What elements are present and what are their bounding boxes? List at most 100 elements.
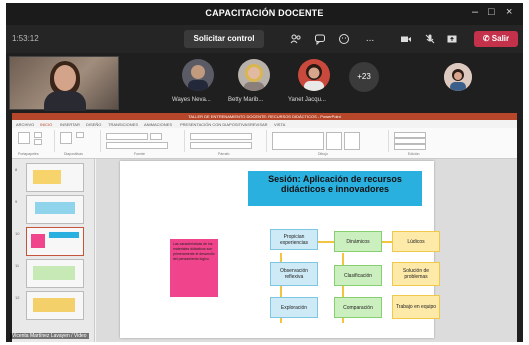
more-participants-badge[interactable]: +23 — [349, 62, 379, 92]
tab-revisar[interactable]: REVISAR — [250, 122, 268, 127]
participant-tile[interactable]: Betty Marib... — [228, 57, 280, 111]
tab-transiciones[interactable]: TRANSICIONES — [108, 122, 138, 127]
presenter-caption: Vicenta Martínez Lavayen / Video — [10, 333, 89, 339]
self-view-avatar[interactable] — [444, 63, 472, 91]
box-propician-experiencias: Propician experiencias — [270, 229, 318, 250]
powerpoint-window: TALLER DE ENTRENAMIENTO DOCENTE: RECURSO… — [12, 113, 517, 342]
cut-icon[interactable] — [34, 132, 42, 138]
meeting-title: CAPACITACIÓN DOCENTE — [205, 8, 324, 18]
title-bar: CAPACITACIÓN DOCENTE – □ × — [6, 3, 523, 25]
box-exploracion: Exploración — [270, 297, 318, 318]
thumb-number: 12 — [15, 295, 20, 300]
tab-presentacion[interactable]: PRESENTACIÓN CON DIAPOSITIVAS — [180, 122, 250, 127]
avatar — [238, 59, 270, 91]
maximize-icon[interactable]: □ — [488, 6, 495, 18]
thumb-number: 8 — [15, 167, 18, 172]
ribbon-group-label: Diapositivas — [64, 152, 83, 156]
thumb-number: 10 — [15, 231, 20, 236]
meeting-toolbar: 1:53:12 Solicitar control ... ✆ Salir — [6, 25, 523, 53]
presenter-body — [44, 91, 86, 111]
microphone-muted-icon[interactable] — [424, 33, 436, 45]
ribbon: Portapapeles Diapositivas Fuente Párrafo… — [12, 128, 517, 159]
box-observacion-reflexiva: Observación reflexiva — [270, 262, 318, 286]
participant-name: Betty Marib... — [228, 97, 264, 103]
box-clasificacion: Clasificación — [334, 265, 382, 286]
request-control-button[interactable]: Solicitar control — [184, 30, 264, 48]
avatar — [182, 59, 214, 91]
presenter-video[interactable] — [9, 56, 119, 111]
participant-name: Yanet Jacqu... — [288, 97, 326, 103]
tab-animaciones[interactable]: ANIMACIONES — [144, 122, 172, 127]
thumb-number: 11 — [15, 263, 20, 268]
slide-thumbnails: 8 9 10 11 12 — [12, 159, 95, 342]
share-screen-icon[interactable] — [446, 33, 458, 45]
align-buttons[interactable] — [190, 142, 252, 149]
phone-icon: ✆ — [482, 34, 492, 43]
leave-button[interactable]: ✆ Salir — [474, 31, 518, 47]
slide-canvas: Sesión: Aplicación de recursos didáctico… — [96, 159, 517, 342]
slide-thumbnail[interactable] — [26, 195, 84, 224]
thumb-art — [33, 266, 75, 280]
thumb-art — [33, 170, 61, 184]
ribbon-tabs: ARCHIVO INICIO INSERTAR DISEÑO TRANSICIO… — [12, 120, 517, 128]
avatar — [298, 59, 330, 91]
tab-vista[interactable]: VISTA — [274, 122, 285, 127]
ribbon-group-slides — [56, 130, 101, 152]
quick-styles-icon[interactable] — [344, 132, 360, 150]
tab-diseno[interactable]: DISEÑO — [86, 122, 101, 127]
font-size-field[interactable] — [150, 133, 162, 140]
box-comparacion: Comparación — [334, 297, 382, 318]
box-trabajo-equipo: Trabajo en equipo — [392, 295, 440, 319]
thumb-art — [31, 234, 45, 248]
paste-icon[interactable] — [18, 132, 30, 144]
presenter-face — [54, 65, 76, 91]
thumb-number: 9 — [15, 199, 18, 204]
slide-title: Sesión: Aplicación de recursos didáctico… — [268, 174, 402, 194]
tab-archivo[interactable]: ARCHIVO — [16, 122, 34, 127]
arrange-icon[interactable] — [326, 132, 342, 150]
box-ludicos: Lúdicos — [392, 231, 440, 252]
participants-strip: Wayes Neva... Betty Marib... Yanet Jacqu… — [6, 53, 523, 113]
teams-window: CAPACITACIÓN DOCENTE – □ × 1:53:12 Solic… — [6, 3, 523, 342]
reactions-icon[interactable] — [338, 33, 350, 45]
box-dinamicos: Dinámicos — [334, 231, 382, 252]
font-format-row[interactable] — [106, 142, 168, 149]
participant-tile[interactable]: Yanet Jacqu... — [288, 57, 340, 111]
tab-insertar[interactable]: INSERTAR — [60, 122, 80, 127]
ppt-status-bar — [96, 340, 517, 342]
characteristics-note: Las características de los materiales di… — [170, 239, 218, 297]
shapes-gallery[interactable] — [272, 132, 324, 150]
meeting-timer: 1:53:12 — [12, 34, 39, 43]
ribbon-group-label: Portapapeles — [18, 152, 39, 156]
participant-name: Wayes Neva... — [172, 97, 211, 103]
thumb-art — [49, 232, 79, 238]
chat-icon[interactable] — [314, 33, 326, 46]
new-slide-icon[interactable] — [60, 132, 72, 144]
camera-icon[interactable] — [400, 33, 412, 45]
ppt-title-bar: TALLER DE ENTRENAMIENTO DOCENTE: RECURSO… — [12, 113, 517, 120]
ribbon-group-label: Párrafo — [218, 152, 230, 156]
people-icon[interactable] — [290, 33, 302, 45]
participant-tile[interactable]: Wayes Neva... — [172, 57, 224, 111]
minimize-icon[interactable]: – — [472, 6, 478, 18]
copy-icon[interactable] — [34, 139, 42, 145]
ribbon-group-drawing — [268, 130, 389, 152]
slide-thumbnail-active[interactable] — [26, 227, 84, 256]
layout-icon[interactable] — [76, 132, 84, 138]
box-solucion-problemas: Solución de problemas — [392, 262, 440, 286]
font-name-field[interactable] — [106, 133, 148, 140]
leave-label: Salir — [491, 34, 510, 43]
ribbon-group-label: Edición — [408, 152, 420, 156]
close-icon[interactable]: × — [506, 6, 512, 18]
ribbon-group-clipboard — [14, 130, 55, 152]
tab-inicio[interactable]: INICIO — [40, 122, 52, 127]
ribbon-group-font — [102, 130, 185, 152]
more-options-icon[interactable]: ... — [364, 33, 376, 45]
slide-thumbnail[interactable] — [26, 291, 84, 320]
thumb-art — [33, 298, 75, 312]
slide-thumbnail[interactable] — [26, 163, 84, 192]
slide-thumbnail[interactable] — [26, 259, 84, 288]
list-buttons[interactable] — [190, 133, 252, 140]
current-slide[interactable]: Sesión: Aplicación de recursos didáctico… — [120, 161, 440, 338]
select-button[interactable] — [394, 144, 426, 150]
